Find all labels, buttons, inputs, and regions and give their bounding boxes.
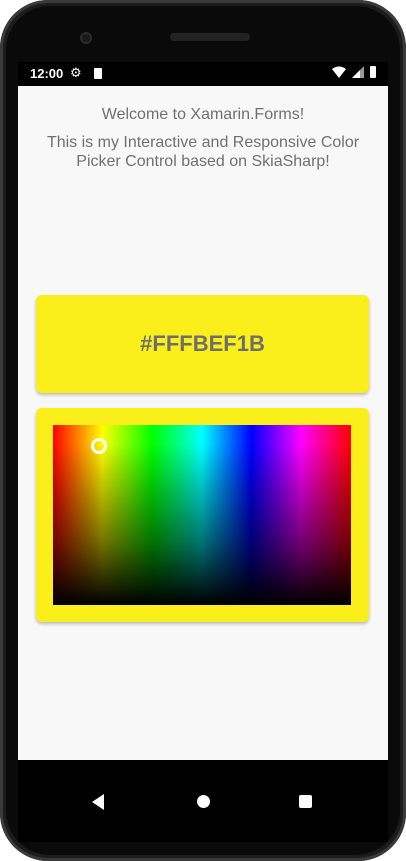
home-icon[interactable] — [197, 795, 210, 808]
speaker-grille — [170, 33, 250, 41]
navigation-bar — [18, 760, 388, 842]
screen: 12:00 ⚙ Welcome to Xamarin.Forms! This i… — [18, 62, 388, 842]
selected-color-display: #FFFBEF1B — [36, 295, 369, 393]
gear-icon: ⚙ — [70, 65, 82, 80]
color-picker-canvas[interactable] — [53, 425, 351, 605]
cell-signal-icon — [352, 66, 364, 78]
hex-value-label: #FFFBEF1B — [140, 331, 265, 356]
main-content: Welcome to Xamarin.Forms! This is my Int… — [18, 86, 388, 760]
sd-card-icon — [94, 68, 102, 79]
back-icon[interactable] — [92, 794, 104, 810]
status-time: 12:00 — [30, 66, 64, 81]
circle-selector-icon[interactable] — [91, 438, 107, 454]
status-icons — [332, 66, 376, 78]
status-bar: 12:00 ⚙ — [18, 62, 388, 86]
description-label: This is my Interactive and Responsive Co… — [46, 134, 360, 170]
color-picker-frame — [36, 408, 369, 622]
camera-icon — [80, 32, 92, 44]
recents-icon[interactable] — [299, 795, 312, 808]
welcome-label: Welcome to Xamarin.Forms! — [101, 106, 305, 123]
wifi-icon — [332, 66, 346, 78]
battery-icon — [370, 66, 376, 78]
